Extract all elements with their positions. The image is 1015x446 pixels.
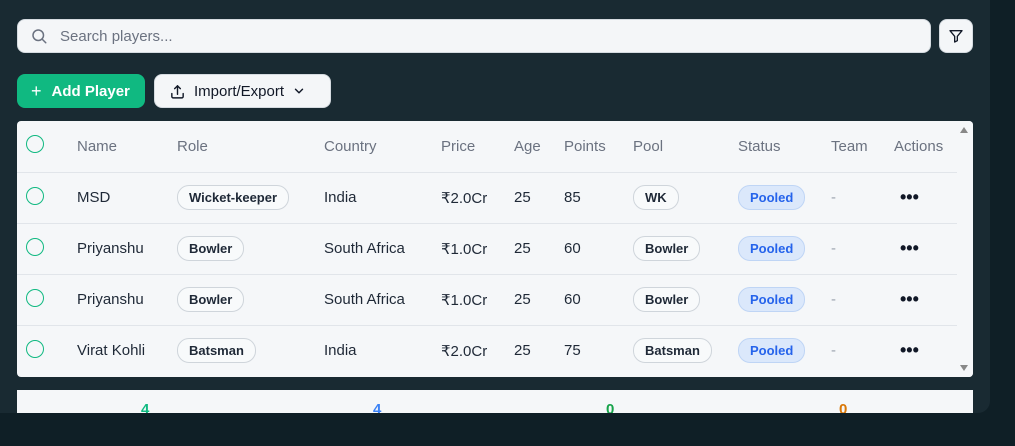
actions-cell: ••• [894,223,957,275]
status-cell: Pooled [738,274,831,326]
stats-bar: 4 4 0 0 [17,390,973,413]
role-badge: Bowler [177,236,245,261]
import-export-button[interactable]: Import/Export [154,74,331,108]
points-cell: 75 [564,342,581,360]
player-name: Priyanshu [77,274,177,326]
actions-cell: ••• [894,274,957,326]
column-header-points[interactable]: Points [564,121,633,173]
pool-cell: Bowler [633,223,738,275]
age-cell: 25 [514,223,564,275]
status-badge: Pooled [738,338,806,364]
status-badge: Pooled [738,185,806,210]
filter-button[interactable] [939,19,973,53]
search-input[interactable] [60,27,910,45]
points-cell: 60 [564,223,633,275]
add-player-button[interactable]: + Add Player [17,74,145,108]
stat-value-unsold: 0 [839,401,848,413]
actions-cell: ••• [894,172,957,224]
status-badge: Pooled [738,236,806,261]
points-cell: 85 [564,172,633,224]
column-header-country[interactable]: Country [324,121,441,173]
pool-badge: Bowler [633,236,701,261]
pool-cell: Batsman [633,325,738,376]
role-badge: Batsman [177,338,256,364]
table-scrollbar[interactable] [957,121,973,377]
players-table: Name Role Country Price Age Points Pool … [17,121,957,376]
age-cell: 25 [514,342,531,360]
player-name: Priyanshu [77,223,177,275]
pool-badge: Batsman [633,338,712,364]
table-row[interactable]: Priyanshu Bowler South Africa ₹1.0Cr 25 … [17,274,957,326]
table-row[interactable]: Priyanshu Bowler South Africa ₹1.0Cr 25 … [17,223,957,275]
pool-badge: WK [633,185,679,210]
country-cell: India [324,342,357,360]
import-export-label: Import/Export [194,82,285,100]
column-header-name[interactable]: Name [77,121,177,173]
price-cell: ₹1.0Cr [441,274,514,326]
role-cell: Batsman [177,325,324,376]
status-cell: Pooled [738,325,831,376]
player-name: Virat Kohli [77,342,146,360]
stat-value-sold: 0 [606,401,615,413]
upload-icon [171,84,184,99]
team-cell: - [831,172,894,224]
role-cell: Wicket-keeper [177,172,324,224]
points-cell: 60 [564,274,633,326]
pool-badge: Bowler [633,287,701,312]
role-badge: Wicket-keeper [177,185,290,210]
player-name: MSD [77,172,177,224]
column-header-price[interactable]: Price [441,121,514,173]
role-badge: Bowler [177,287,245,312]
more-horizontal-icon[interactable]: ••• [894,340,919,360]
more-horizontal-icon[interactable]: ••• [894,238,919,258]
actions-cell: ••• [894,325,957,376]
price-cell: ₹2.0Cr [441,172,514,224]
scroll-up-icon[interactable] [960,127,968,133]
chevron-down-icon [294,88,304,94]
select-all-checkbox[interactable] [17,121,77,173]
plus-icon: + [31,81,42,101]
pool-cell: WK [633,172,738,224]
price-cell: ₹1.0Cr [441,223,514,275]
pool-cell: Bowler [633,274,738,326]
scroll-down-icon[interactable] [960,365,968,371]
country-cell: South Africa [324,274,441,326]
role-cell: Bowler [177,274,324,326]
price-cell: ₹2.0Cr [441,342,488,360]
table-row[interactable]: Virat Kohli Batsman India ₹2.0Cr 25 75 B… [17,325,957,376]
column-header-actions: Actions [894,121,957,173]
column-header-status[interactable]: Status [738,121,831,173]
column-header-team[interactable]: Team [831,121,894,173]
column-header-role[interactable]: Role [177,121,324,173]
column-header-pool[interactable]: Pool [633,121,738,173]
row-select-checkbox[interactable] [17,172,77,224]
more-horizontal-icon[interactable]: ••• [894,187,919,207]
players-panel: + Add Player Import/Export Name Role Cou… [0,0,990,413]
row-select-checkbox[interactable] [17,274,77,326]
players-table-container[interactable]: Name Role Country Price Age Points Pool … [17,121,973,377]
status-cell: Pooled [738,223,831,275]
team-cell: - [831,223,894,275]
add-player-label: Add Player [51,82,130,100]
more-horizontal-icon[interactable]: ••• [894,289,919,309]
search-icon [32,29,47,44]
stat-value-total: 4 [141,401,150,413]
search-bar[interactable] [17,19,931,53]
column-header-age[interactable]: Age [514,121,564,173]
age-cell: 25 [514,274,564,326]
filter-icon [949,30,963,43]
country-cell: India [324,172,441,224]
team-cell: - [831,342,836,360]
row-select-checkbox[interactable] [17,223,77,275]
age-cell: 25 [514,172,564,224]
row-select-checkbox[interactable] [17,325,77,376]
country-cell: South Africa [324,223,441,275]
role-cell: Bowler [177,223,324,275]
team-cell: - [831,274,894,326]
stat-value-pooled: 4 [373,401,382,413]
status-badge: Pooled [738,287,806,312]
table-header-row: Name Role Country Price Age Points Pool … [17,121,957,173]
status-cell: Pooled [738,172,831,224]
table-row[interactable]: MSD Wicket-keeper India ₹2.0Cr 25 85 WK … [17,172,957,224]
